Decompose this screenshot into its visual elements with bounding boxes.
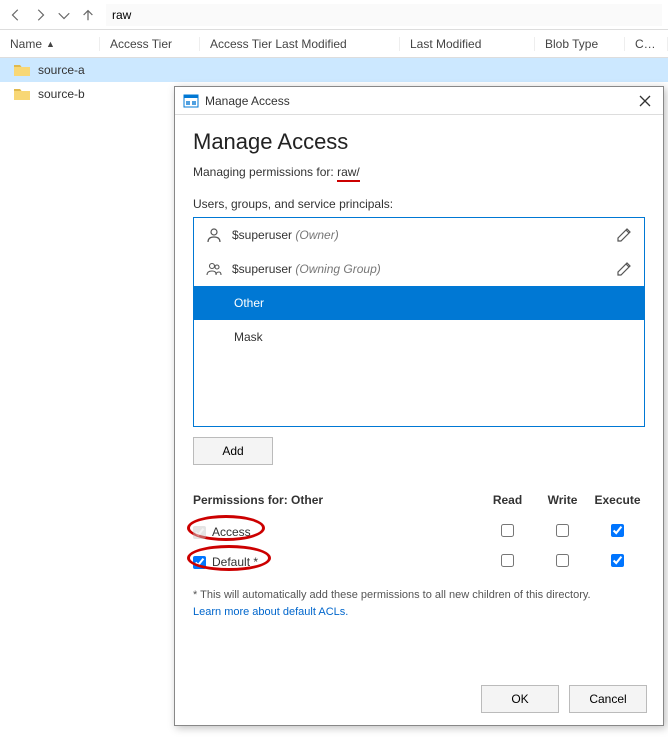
managing-target: raw/ — [337, 165, 360, 182]
down-button[interactable] — [54, 5, 74, 25]
col-name[interactable]: Name ▲ — [0, 37, 100, 51]
permission-row-access: Access — [193, 517, 645, 547]
group-icon — [206, 261, 222, 277]
principals-label: Users, groups, and service principals: — [193, 197, 645, 211]
col-write: Write — [535, 493, 590, 507]
file-name: source-b — [38, 87, 85, 101]
footnote-text: * This will automatically add these perm… — [193, 589, 591, 601]
principal-name: Mask — [234, 330, 632, 344]
dialog-heading: Manage Access — [193, 129, 645, 155]
default-write-checkbox[interactable] — [556, 554, 569, 567]
principal-row[interactable]: $superuser (Owning Group) — [194, 252, 644, 286]
footnote: * This will automatically add these perm… — [193, 587, 645, 620]
principal-name: Other — [234, 296, 632, 310]
col-read: Read — [480, 493, 535, 507]
access-write-checkbox[interactable] — [556, 524, 569, 537]
col-last-modified[interactable]: Last Modified — [400, 37, 535, 51]
default-read-checkbox[interactable] — [501, 554, 514, 567]
managing-permissions-line: Managing permissions for: raw/ — [193, 165, 645, 179]
sort-asc-icon: ▲ — [46, 39, 55, 49]
cancel-button[interactable]: Cancel — [569, 685, 647, 713]
folder-icon — [14, 88, 30, 100]
principal-row[interactable]: $superuser (Owner) — [194, 218, 644, 252]
dialog-footer: OK Cancel — [175, 673, 663, 725]
default-row-checkbox[interactable] — [193, 556, 206, 569]
file-name: source-a — [38, 63, 85, 77]
column-headers: Name ▲ Access Tier Access Tier Last Modi… — [0, 30, 668, 58]
permissions-for-label: Permissions for: Other — [193, 493, 480, 507]
col-cont[interactable]: Cont — [625, 37, 668, 51]
access-read-checkbox[interactable] — [501, 524, 514, 537]
access-execute-checkbox[interactable] — [611, 524, 624, 537]
principal-name: $superuser (Owner) — [232, 228, 606, 242]
col-access-tier[interactable]: Access Tier — [100, 37, 200, 51]
edit-icon[interactable] — [616, 227, 632, 243]
navigation-toolbar — [0, 0, 668, 30]
col-access-tier-modified[interactable]: Access Tier Last Modified — [200, 37, 400, 51]
learn-more-link[interactable]: Learn more about default ACLs. — [193, 606, 348, 618]
principal-name: $superuser (Owning Group) — [232, 262, 606, 276]
principal-row[interactable]: Mask — [194, 320, 644, 354]
default-execute-checkbox[interactable] — [611, 554, 624, 567]
permissions-header: Permissions for: Other Read Write Execut… — [193, 493, 645, 507]
col-execute: Execute — [590, 493, 645, 507]
managing-prefix: Managing permissions for: — [193, 165, 334, 179]
forward-button[interactable] — [30, 5, 50, 25]
up-button[interactable] — [78, 5, 98, 25]
col-blob-type[interactable]: Blob Type — [535, 37, 625, 51]
person-icon — [206, 227, 222, 243]
add-button[interactable]: Add — [193, 437, 273, 465]
path-input[interactable] — [106, 4, 662, 26]
file-row[interactable]: source-a — [0, 58, 668, 82]
principal-row[interactable]: Other — [194, 286, 644, 320]
col-name-label: Name — [10, 37, 42, 51]
access-label: Access — [212, 525, 251, 539]
principals-list: $superuser (Owner) $superuser (Owning Gro… — [193, 217, 645, 427]
access-row-checkbox — [193, 526, 206, 539]
default-label: Default * — [212, 555, 258, 569]
dialog-title: Manage Access — [205, 94, 629, 108]
permission-row-default: Default * — [193, 547, 645, 577]
storage-app-icon — [183, 93, 199, 109]
edit-icon[interactable] — [616, 261, 632, 277]
back-button[interactable] — [6, 5, 26, 25]
dialog-titlebar: Manage Access — [175, 87, 663, 115]
close-button[interactable] — [635, 91, 655, 111]
folder-icon — [14, 64, 30, 76]
manage-access-dialog: Manage Access Manage Access Managing per… — [174, 86, 664, 726]
ok-button[interactable]: OK — [481, 685, 559, 713]
